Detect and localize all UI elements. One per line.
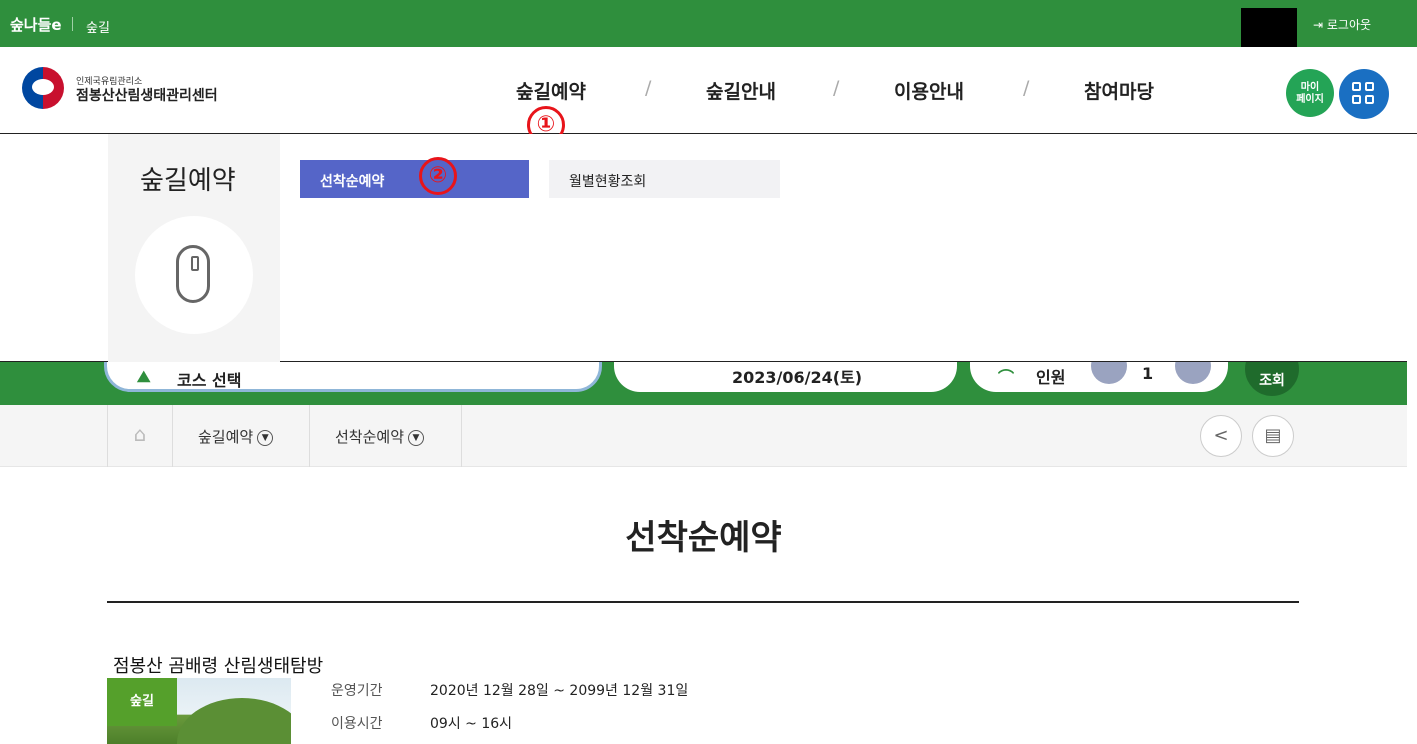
site-section-label: 숲길 [86, 21, 110, 36]
people-label: 인원 [1036, 368, 1066, 387]
annotation-marker-2: ② [419, 157, 457, 195]
brand-logo[interactable]: 숲나들e [10, 14, 62, 35]
reservation-search-bar: ⛰ 코스 선택 2023/06/24(토) ⌒ 인원 1 조회 [0, 362, 1407, 405]
mouse-illustration [135, 216, 253, 334]
trail-icon: ⛰ [137, 367, 151, 386]
print-icon[interactable]: ▤ [1252, 415, 1294, 457]
course-name[interactable]: 점봉산 곰배령 산림생태탐방 [113, 652, 323, 678]
divider [72, 17, 73, 31]
period-value: 2020년 12월 28일 ~ 2099년 12월 31일 [430, 683, 689, 699]
nav-usage-info[interactable]: 이용안내 [894, 77, 964, 104]
dropdown-side-panel: 숲길예약 [108, 134, 280, 362]
course-thumbnail[interactable]: 숲길 [107, 678, 291, 744]
date-select[interactable]: 2023/06/24(토) [614, 362, 957, 392]
period-label: 운영기간 [331, 683, 383, 699]
submenu-monthly-status[interactable]: 월별현황조회 [549, 160, 780, 198]
share-icon[interactable]: < [1200, 415, 1242, 457]
time-label: 이용시간 [331, 716, 383, 732]
chevron-down-icon: ▼ [257, 429, 274, 446]
chevron-down-icon: ▼ [408, 429, 425, 446]
logout-icon: ⇥ [1313, 18, 1324, 32]
nav-reservation[interactable]: 숲길예약 [516, 77, 586, 104]
government-logo-icon[interactable] [22, 67, 64, 109]
nav-participation[interactable]: 참여마당 [1084, 77, 1154, 104]
mypage-button[interactable]: 마이 페이지 [1286, 69, 1334, 117]
nav-separator: / [833, 77, 840, 99]
nav-separator: / [645, 77, 652, 99]
breadcrumb: ⌂ 숲길예약 ▼ 선착순예약 ▼ < ▤ [0, 405, 1407, 467]
category-badge: 숲길 [107, 678, 177, 726]
header: 인제국유림관리소 점봉산산림생태관리센터 숲길예약 / 숲길안내 / 이용안내 … [0, 47, 1417, 144]
decrease-button[interactable] [1091, 362, 1127, 384]
breadcrumb-reservation[interactable]: 숲길예약 ▼ [172, 405, 309, 467]
submenu-first-come-reservation[interactable]: 선착순예약 [300, 160, 529, 198]
all-menu-button[interactable] [1339, 69, 1389, 119]
search-button[interactable]: 조회 [1245, 362, 1299, 396]
nav-dropdown-panel: 숲길예약 선착순예약 ② 월별현황조회 [0, 134, 1407, 362]
people-icon: ⌒ [998, 368, 1015, 387]
nav-separator: / [1023, 77, 1030, 99]
breadcrumb-first-come[interactable]: 선착순예약 ▼ [309, 405, 462, 467]
people-count: 1 [1142, 364, 1154, 383]
increase-button[interactable] [1175, 362, 1211, 384]
people-stepper[interactable]: ⌒ 인원 1 [970, 362, 1228, 392]
org-name[interactable]: 점봉산산림생태관리센터 [76, 85, 218, 105]
home-icon[interactable]: ⌂ [107, 405, 172, 467]
dropdown-title: 숲길예약 [140, 166, 236, 196]
date-value: 2023/06/24(토) [732, 368, 863, 387]
top-bar: 숲나들e 숲길 ⇥ 로그아웃 [0, 0, 1417, 58]
course-select[interactable]: ⛰ 코스 선택 [104, 362, 602, 392]
course-select-label: 코스 선택 [177, 371, 242, 390]
mouse-icon [176, 245, 210, 303]
time-value: 09시 ~ 16시 [430, 716, 513, 732]
page-title: 선착순예약 [625, 518, 782, 558]
logout-link[interactable]: ⇥ 로그아웃 [1313, 16, 1371, 33]
title-divider [107, 601, 1299, 603]
nav-trail-info[interactable]: 숲길안내 [706, 77, 776, 104]
